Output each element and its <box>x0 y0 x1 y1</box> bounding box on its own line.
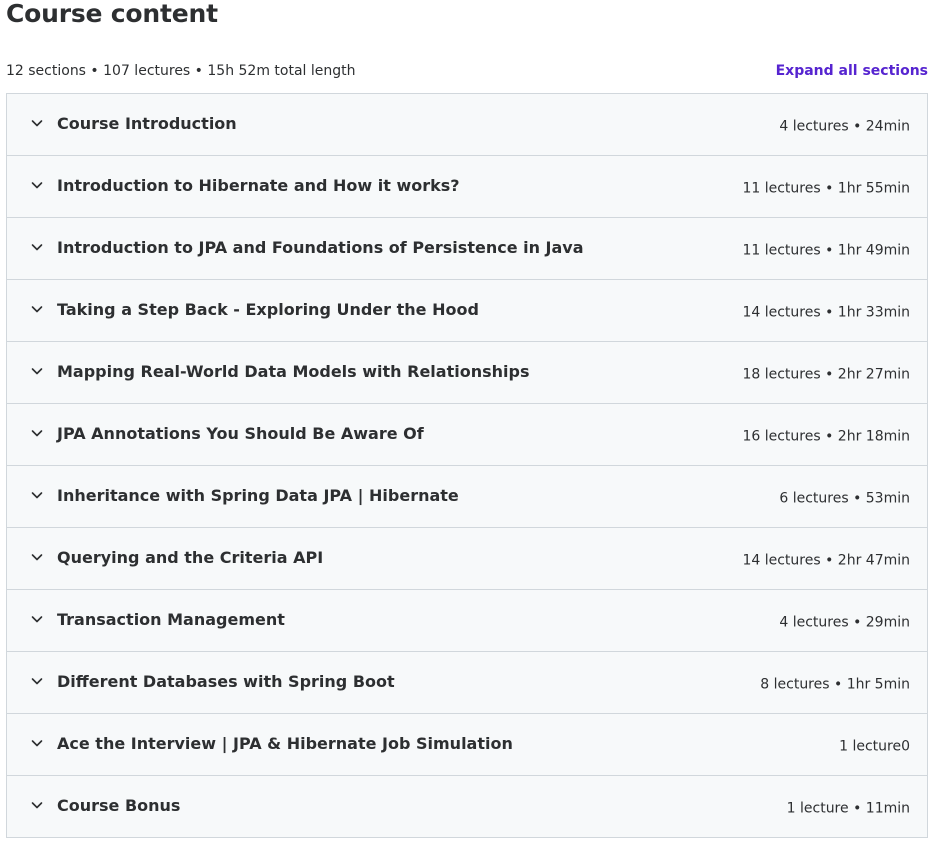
section-row[interactable]: Different Databases with Spring Boot 8 l… <box>7 652 927 714</box>
section-row[interactable]: JPA Annotations You Should Be Aware Of 1… <box>7 404 927 466</box>
section-meta: 11 lectures • 1hr 55min <box>742 179 910 196</box>
section-row[interactable]: Mapping Real-World Data Models with Rela… <box>7 342 927 404</box>
chevron-down-icon <box>30 302 44 316</box>
chevron-down-icon <box>30 488 44 502</box>
chevron-down-icon <box>30 550 44 564</box>
section-row[interactable]: Course Bonus 1 lecture • 11min <box>7 776 927 837</box>
chevron-down-icon <box>30 736 44 750</box>
section-title: Taking a Step Back - Exploring Under the… <box>57 299 479 319</box>
chevron-down-icon <box>30 798 44 812</box>
section-title: Introduction to Hibernate and How it wor… <box>57 175 460 195</box>
section-row[interactable]: Taking a Step Back - Exploring Under the… <box>7 280 927 342</box>
section-row[interactable]: Course Introduction 4 lectures • 24min <box>7 94 927 156</box>
section-title: Inheritance with Spring Data JPA | Hiber… <box>57 485 459 505</box>
course-summary: 12 sections • 107 lectures • 15h 52m tot… <box>6 63 356 79</box>
section-row[interactable]: Ace the Interview | JPA & Hibernate Job … <box>7 714 927 776</box>
section-title: Mapping Real-World Data Models with Rela… <box>57 361 530 381</box>
section-title: Course Introduction <box>57 113 237 133</box>
section-meta: 4 lectures • 29min <box>779 613 910 630</box>
section-meta: 14 lectures • 2hr 47min <box>742 551 910 568</box>
section-title: JPA Annotations You Should Be Aware Of <box>57 423 424 443</box>
course-summary-row: 12 sections • 107 lectures • 15h 52m tot… <box>6 61 928 81</box>
chevron-down-icon <box>30 178 44 192</box>
chevron-down-icon <box>30 116 44 130</box>
section-title: Introduction to JPA and Foundations of P… <box>57 237 584 257</box>
section-meta: 11 lectures • 1hr 49min <box>742 241 910 258</box>
section-meta: 4 lectures • 24min <box>779 117 910 134</box>
section-title: Transaction Management <box>57 609 285 629</box>
section-meta: 1 lecture • 11min <box>786 799 910 816</box>
section-title: Course Bonus <box>57 795 181 815</box>
section-title: Ace the Interview | JPA & Hibernate Job … <box>57 733 513 753</box>
page-title: Course content <box>6 0 218 28</box>
section-meta: 6 lectures • 53min <box>779 489 910 506</box>
section-title: Different Databases with Spring Boot <box>57 671 395 691</box>
expand-all-sections-button[interactable]: Expand all sections <box>776 63 928 79</box>
chevron-down-icon <box>30 674 44 688</box>
section-list: Course Introduction 4 lectures • 24min I… <box>6 93 928 838</box>
chevron-down-icon <box>30 612 44 626</box>
section-row[interactable]: Introduction to Hibernate and How it wor… <box>7 156 927 218</box>
section-meta: 16 lectures • 2hr 18min <box>742 427 910 444</box>
section-meta: 1 lecture0 <box>839 737 910 754</box>
chevron-down-icon <box>30 240 44 254</box>
section-row[interactable]: Introduction to JPA and Foundations of P… <box>7 218 927 280</box>
section-meta: 18 lectures • 2hr 27min <box>742 365 910 382</box>
chevron-down-icon <box>30 364 44 378</box>
section-row[interactable]: Transaction Management 4 lectures • 29mi… <box>7 590 927 652</box>
section-meta: 8 lectures • 1hr 5min <box>760 675 910 692</box>
course-content-panel: Course content 12 sections • 107 lecture… <box>0 0 934 844</box>
section-title: Querying and the Criteria API <box>57 547 324 567</box>
section-row[interactable]: Querying and the Criteria API 14 lecture… <box>7 528 927 590</box>
chevron-down-icon <box>30 426 44 440</box>
section-row[interactable]: Inheritance with Spring Data JPA | Hiber… <box>7 466 927 528</box>
section-meta: 14 lectures • 1hr 33min <box>742 303 910 320</box>
